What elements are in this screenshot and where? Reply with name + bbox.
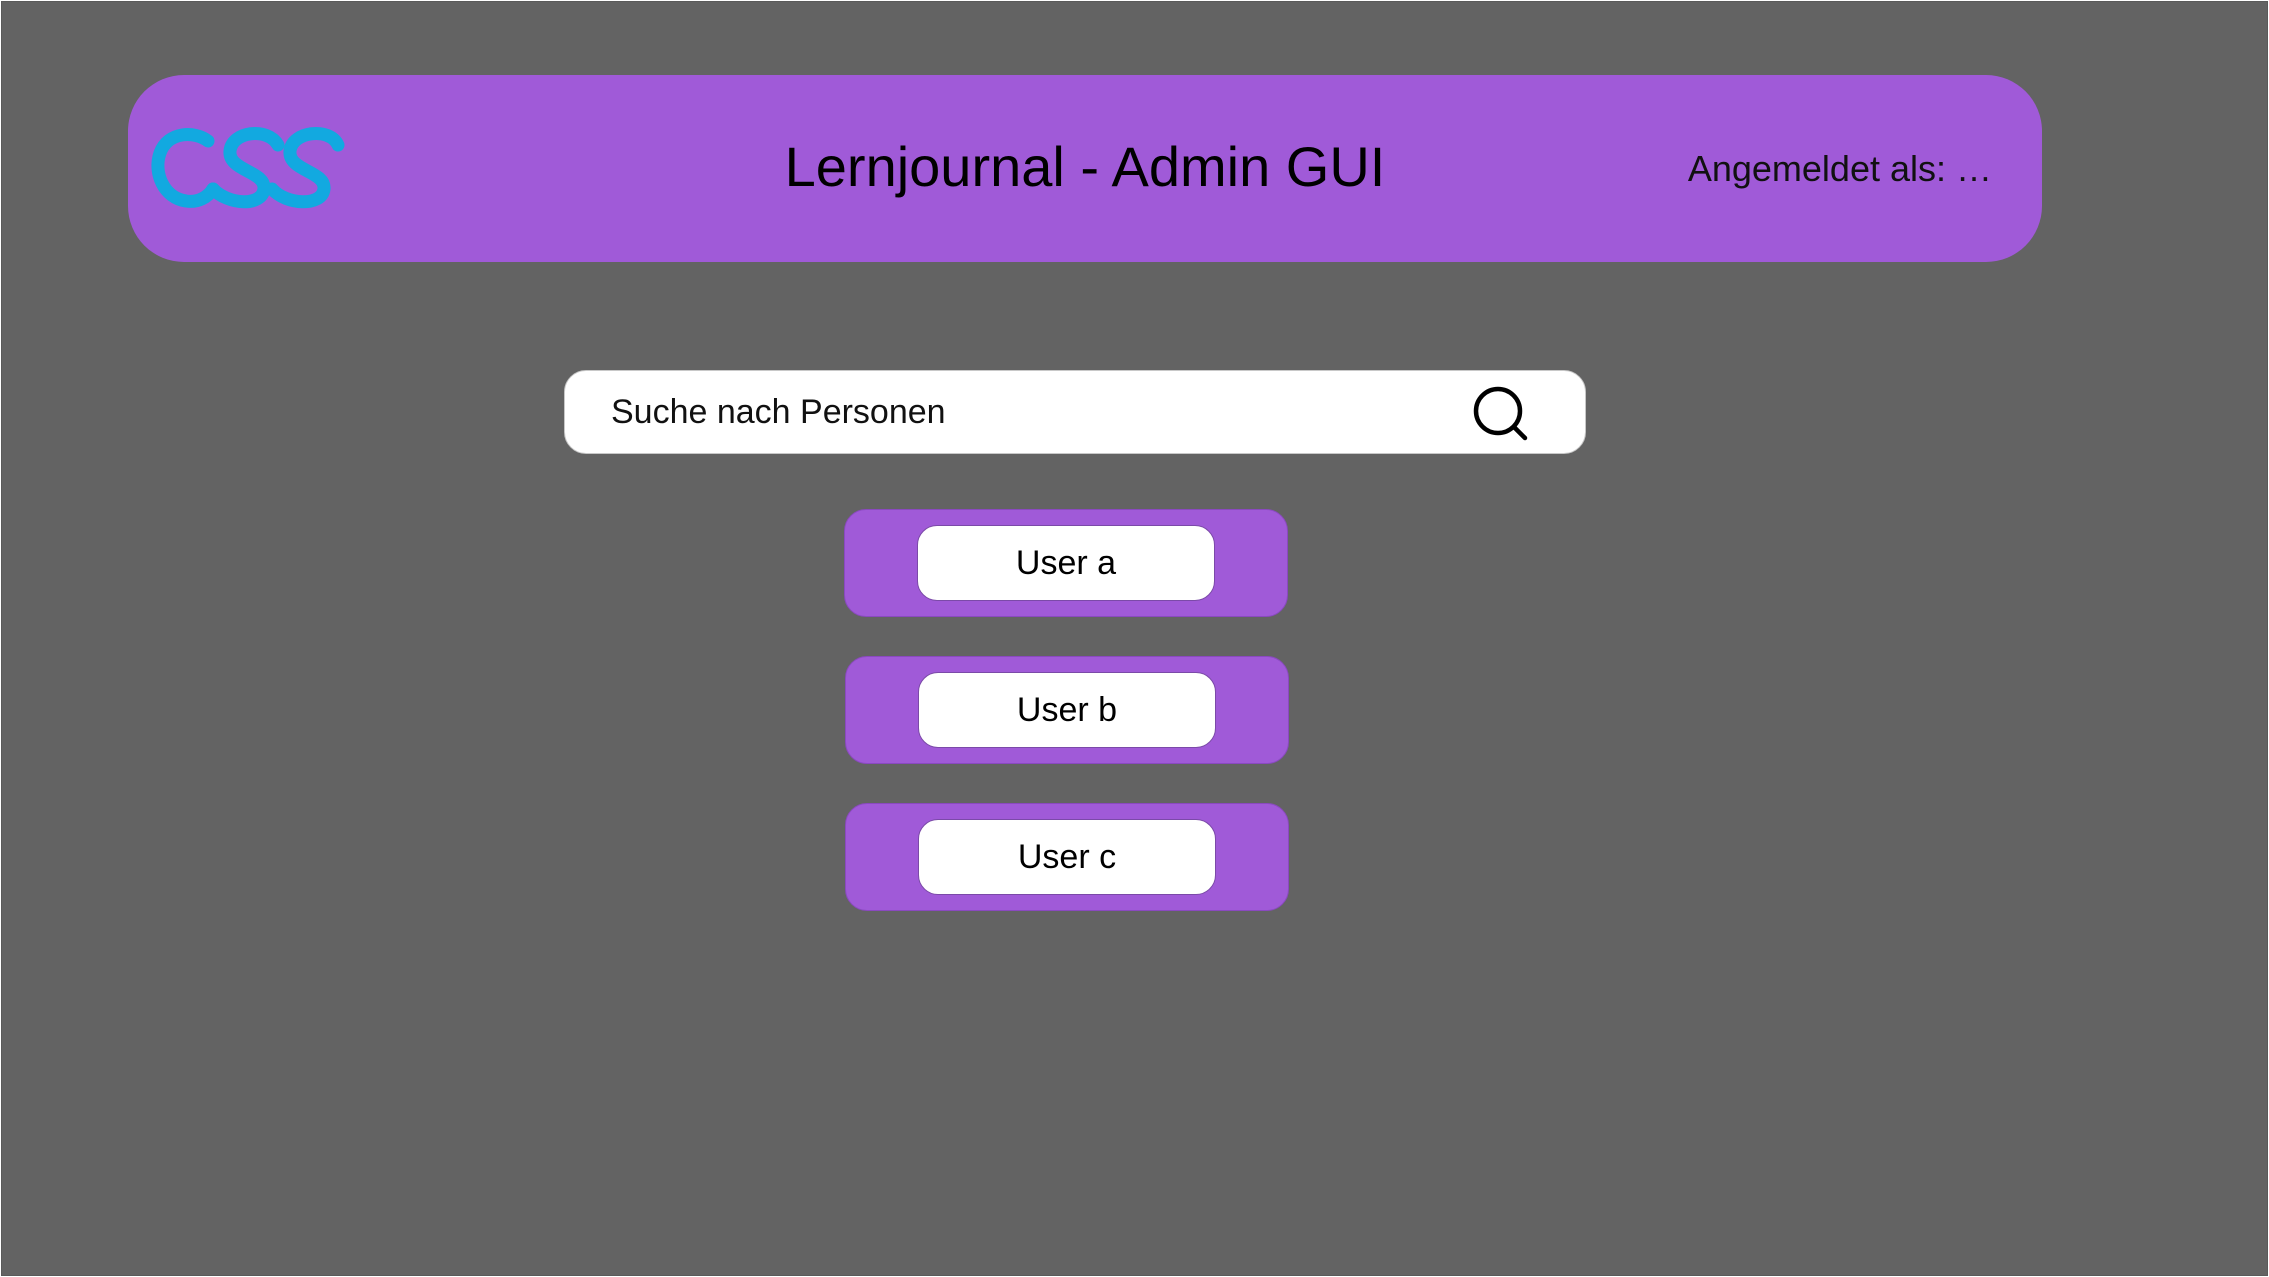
- user-card: User b: [845, 656, 1289, 764]
- user-c-button[interactable]: User c: [918, 819, 1216, 895]
- search-input[interactable]: [611, 371, 1461, 453]
- user-a-button[interactable]: User a: [917, 525, 1215, 601]
- user-card: User a: [844, 509, 1288, 617]
- login-status: Angemeldet als: …: [1687, 148, 1992, 189]
- user-b-button[interactable]: User b: [918, 672, 1216, 748]
- app-canvas: Lernjournal - Admin GUI Angemeldet als: …: [1, 1, 2268, 1276]
- header-bar: Lernjournal - Admin GUI Angemeldet als: …: [128, 75, 2042, 262]
- search-icon[interactable]: [1472, 385, 1532, 445]
- user-card: User c: [845, 803, 1289, 911]
- search-bar: [564, 370, 1586, 454]
